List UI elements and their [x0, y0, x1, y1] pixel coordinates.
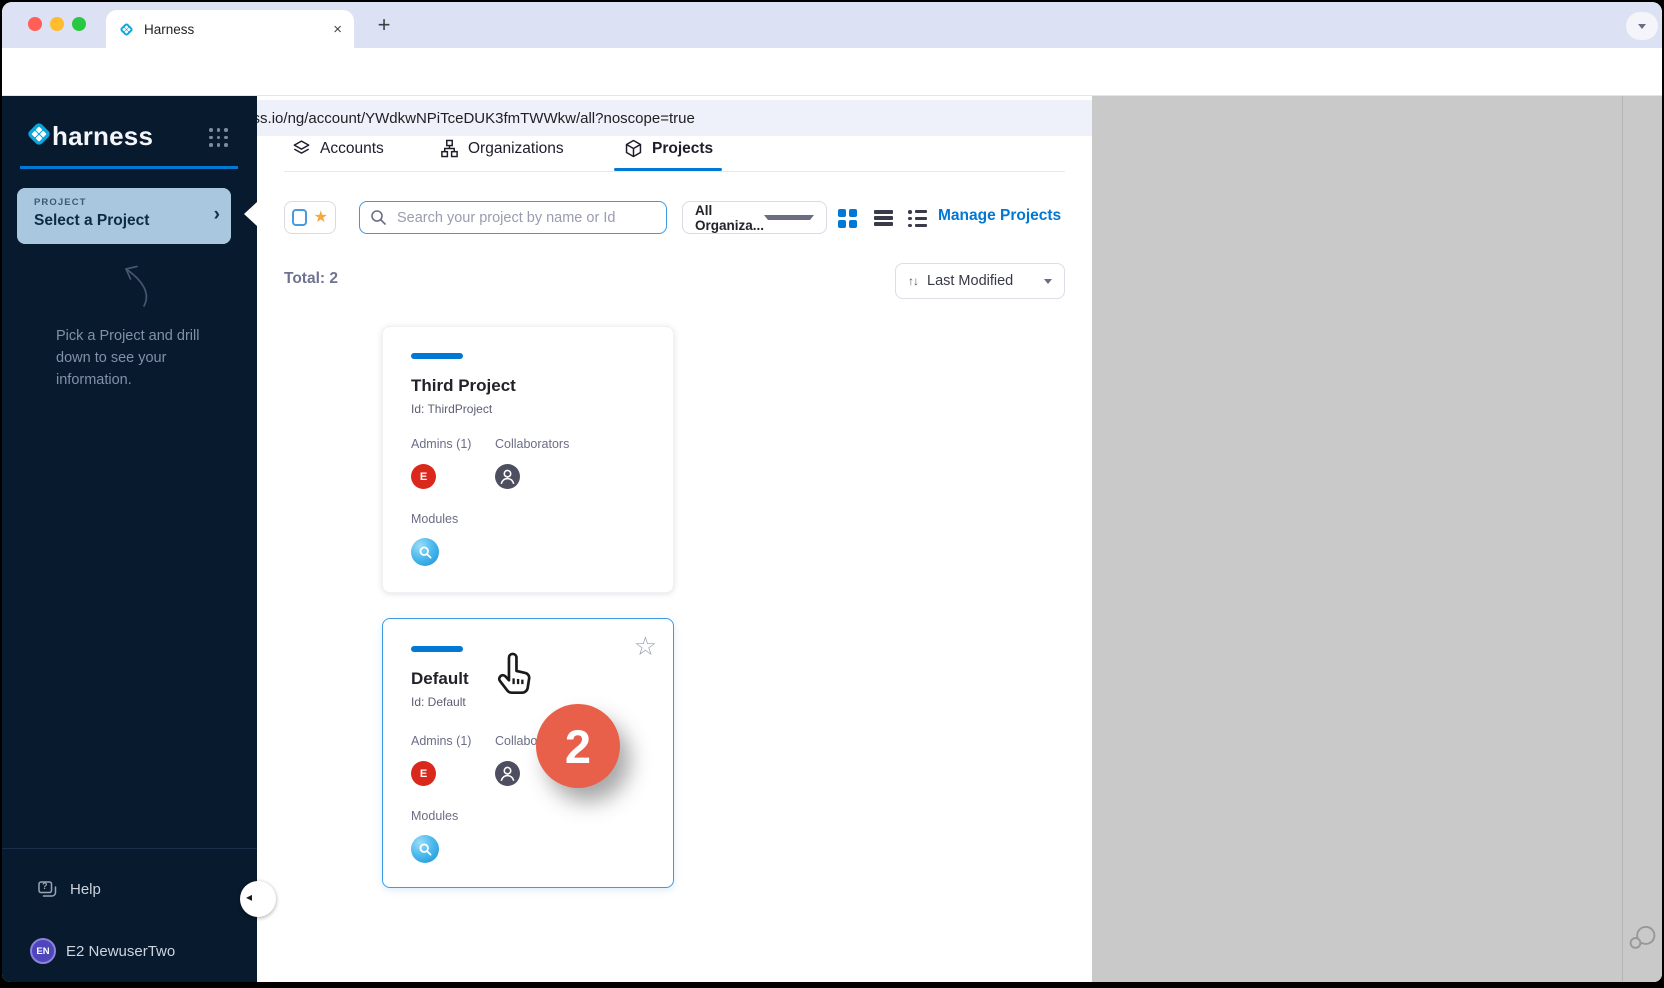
tab-accounts[interactable]: Accounts [292, 139, 384, 158]
chevron-down-icon [1638, 24, 1646, 29]
collaborator-avatar[interactable] [495, 464, 520, 489]
hand-cursor-icon [490, 652, 534, 702]
admins-label: Admins (1) [411, 437, 471, 451]
list-view-button[interactable] [874, 210, 893, 226]
question-mark-glyph: ? [42, 881, 48, 891]
browser-tab[interactable]: Harness × [106, 10, 354, 48]
help-chat-icon [36, 879, 59, 900]
sidebar-hint-text: Pick a Project and drill down to see you… [56, 326, 208, 391]
admin-avatar[interactable]: E [411, 464, 436, 489]
harness-logo-icon [24, 119, 54, 149]
module-icon[interactable] [411, 538, 439, 566]
minimize-window-button[interactable] [50, 17, 64, 31]
accounts-icon [292, 139, 311, 158]
new-tab-button[interactable]: + [370, 11, 398, 39]
close-window-button[interactable] [28, 17, 42, 31]
collaborator-avatar[interactable] [495, 761, 520, 786]
favorites-checkbox[interactable] [292, 209, 307, 226]
collapse-arrow-icon: ◂ [246, 890, 252, 904]
browser-window: Harness × + ← → ↻ app.harness.io/ng/acco… [2, 2, 1662, 982]
user-profile-button[interactable]: EN E2 NewuserTwo [30, 938, 175, 964]
selector-pointer [244, 202, 257, 226]
modules-label: Modules [411, 809, 458, 823]
doodle-arrow-icon [104, 254, 156, 310]
tab-strip: Harness × + [2, 2, 1662, 48]
sort-dropdown[interactable]: ↑↓ Last Modified [895, 263, 1065, 299]
user-name: E2 NewuserTwo [66, 943, 175, 960]
project-card-third-project[interactable]: Third Project Id: ThirdProject Admins (1… [382, 326, 674, 593]
chevron-down-icon [1044, 279, 1052, 284]
total-count: Total: 2 [284, 270, 338, 288]
support-chat-icon[interactable] [1624, 920, 1658, 954]
project-id: Id: Default [411, 695, 466, 709]
tab-organizations[interactable]: Organizations [440, 139, 564, 158]
tab-search-button[interactable] [1626, 12, 1658, 40]
modules-label: Modules [411, 512, 458, 526]
sidebar-accent-divider [20, 166, 238, 169]
tabs-bottom-border [284, 171, 1065, 172]
search-input[interactable] [395, 209, 656, 227]
person-icon [495, 464, 520, 489]
module-grid-icon[interactable] [209, 128, 229, 148]
project-id: Id: ThirdProject [411, 402, 492, 416]
detail-view-button[interactable] [908, 210, 927, 227]
search-icon [370, 209, 387, 226]
sort-value: Last Modified [927, 273, 1035, 289]
card-accent-bar [411, 353, 463, 359]
project-title: Default [411, 669, 469, 689]
sort-arrows-icon: ↑↓ [908, 274, 918, 288]
project-select-label: Select a Project [34, 212, 149, 230]
chevron-down-icon [764, 215, 814, 220]
tab-projects[interactable]: Projects [624, 139, 713, 158]
module-icon[interactable] [411, 835, 439, 863]
project-title: Third Project [411, 376, 516, 396]
help-label: Help [70, 881, 101, 898]
maximize-window-button[interactable] [72, 17, 86, 31]
favorite-star-icon[interactable]: ☆ [634, 631, 657, 662]
project-selector[interactable]: PROJECT Select a Project › [17, 188, 231, 244]
harness-favicon [118, 21, 135, 38]
collaborators-label: Collaborators [495, 437, 569, 451]
person-icon [495, 761, 520, 786]
admin-avatar[interactable]: E [411, 761, 436, 786]
step-badge: 2 [536, 704, 620, 788]
favorites-filter-group: ★ [284, 201, 336, 234]
tab-organizations-label: Organizations [468, 140, 564, 158]
chevron-right-icon: › [214, 204, 220, 226]
manage-projects-link[interactable]: Manage Projects [938, 207, 1061, 225]
admins-label: Admins (1) [411, 734, 471, 748]
tab-title: Harness [144, 22, 333, 37]
brand-wordmark: harness [52, 121, 153, 152]
browser-toolbar: ← → ↻ app.harness.io/ng/account/YWdkwNPi… [2, 48, 1662, 96]
page-gutter [1092, 96, 1662, 982]
tab-close-icon[interactable]: × [333, 21, 342, 38]
user-avatar: EN [30, 938, 56, 964]
favorite-star-icon[interactable]: ★ [314, 210, 328, 226]
scrollbar-track[interactable] [1622, 96, 1623, 982]
sidebar-divider [2, 848, 257, 849]
card-accent-bar [411, 646, 463, 652]
tab-accounts-label: Accounts [320, 140, 384, 158]
org-filter-dropdown[interactable]: All Organiza... [682, 201, 827, 234]
org-filter-value: All Organiza... [695, 203, 764, 233]
projects-icon [624, 139, 643, 158]
tab-projects-label: Projects [652, 140, 713, 158]
project-search[interactable] [359, 201, 667, 234]
project-kicker-label: PROJECT [34, 197, 87, 208]
organizations-icon [440, 139, 459, 158]
grid-view-button[interactable] [838, 209, 857, 228]
